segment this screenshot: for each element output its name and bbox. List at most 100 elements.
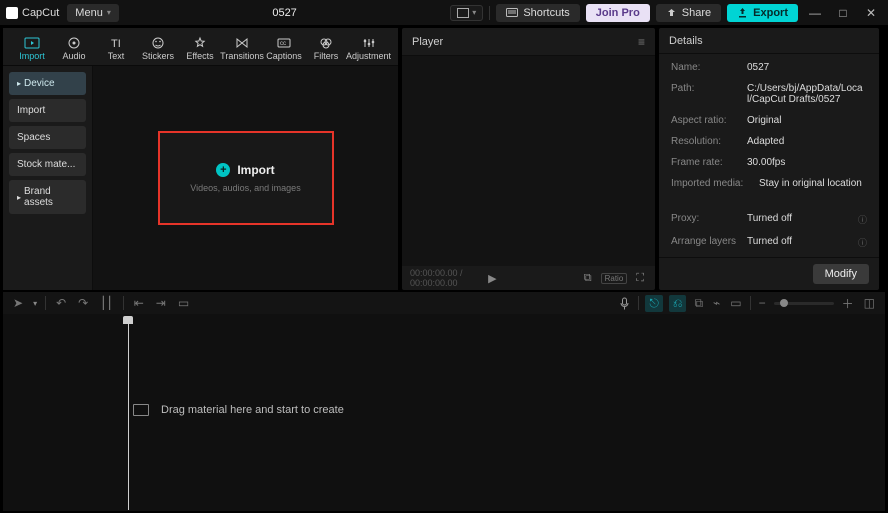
link-icon[interactable]: ⧉ <box>692 296 705 311</box>
export-button[interactable]: Export <box>727 4 798 22</box>
sidebar-item-brand-assets[interactable]: ▸Brand assets <box>9 180 86 214</box>
share-button[interactable]: Share <box>656 4 721 22</box>
menu-label: Menu <box>75 7 103 19</box>
player-viewport[interactable] <box>402 56 655 266</box>
sidebar-item-import[interactable]: Import <box>9 99 86 122</box>
zoom-slider-thumb[interactable] <box>780 299 788 307</box>
svg-text:cc: cc <box>280 41 286 47</box>
chevron-right-icon: ▸ <box>17 79 21 88</box>
zoom-in-icon[interactable]: ＋ <box>840 295 856 312</box>
playhead-knob[interactable] <box>123 316 133 324</box>
aspect-button[interactable]: ▾ <box>450 5 483 21</box>
delete-icon[interactable]: ▭ <box>176 296 191 310</box>
chevron-down-icon: ▾ <box>472 8 476 17</box>
detail-key-proxy: Proxy: <box>671 213 741 226</box>
audio-icon <box>65 36 83 50</box>
sidebar-item-device[interactable]: ▸Device <box>9 72 86 95</box>
close-button[interactable]: ✕ <box>860 6 882 20</box>
magnet-track-icon[interactable]: ⎌ <box>669 295 687 312</box>
media-sidebar: ▸Device Import Spaces Stock mate... ▸Brand a… <box>3 66 93 290</box>
tab-label: Text <box>108 51 125 61</box>
detail-key-layers: Arrange layers <box>671 236 741 249</box>
detail-key-framerate: Frame rate: <box>671 157 741 168</box>
capcut-logo-icon <box>6 7 18 19</box>
magnet-main-icon[interactable]: ⎋ <box>645 295 663 312</box>
chevron-down-icon[interactable]: ▾ <box>33 299 37 308</box>
zoom-slider[interactable] <box>774 302 834 305</box>
maximize-button[interactable]: □ <box>832 6 854 20</box>
split-icon[interactable]: ⎮⎮ <box>98 296 115 310</box>
separator <box>45 296 46 310</box>
detail-key-resolution: Resolution: <box>671 136 741 147</box>
tab-import[interactable]: Import <box>11 32 53 65</box>
details-header: Details <box>659 28 879 54</box>
align-icon[interactable]: ⌁ <box>711 296 722 310</box>
detail-key-imported: Imported media: <box>671 178 753 189</box>
tab-label: Audio <box>62 51 85 61</box>
undo-icon[interactable]: ↶ <box>54 296 68 310</box>
info-icon[interactable]: ⓘ <box>858 213 867 226</box>
snapshot-icon[interactable]: ⧉ <box>581 272 595 285</box>
join-pro-label: Join Pro <box>596 7 640 19</box>
details-title: Details <box>669 35 703 47</box>
pointer-tool-icon[interactable]: ➤ <box>11 296 25 310</box>
info-icon[interactable]: ⓘ <box>858 236 867 249</box>
separator <box>489 6 490 20</box>
trim-right-icon[interactable]: ⇥ <box>154 296 168 310</box>
tab-audio[interactable]: Audio <box>53 32 95 65</box>
separator <box>638 296 639 310</box>
tab-filters[interactable]: Filters <box>305 32 347 65</box>
tab-label: Stickers <box>142 51 174 61</box>
chevron-down-icon: ▾ <box>107 8 111 17</box>
redo-icon[interactable]: ↷ <box>76 296 90 310</box>
details-panel: Details Name:0527 Path:C:/Users/bj/AppDa… <box>659 28 879 290</box>
text-icon: TI <box>107 36 125 50</box>
join-pro-button[interactable]: Join Pro <box>586 4 650 22</box>
filters-icon <box>317 36 335 50</box>
playhead-line <box>128 324 129 510</box>
timeline-toolbar: ➤ ▾ ↶ ↷ ⎮⎮ ⇤ ⇥ ▭ ⎋ ⎌ ⧉ ⌁ ▭ − ＋ ◫ <box>3 292 885 314</box>
tab-label: Filters <box>314 51 339 61</box>
sidebar-item-stock-mate-[interactable]: Stock mate... <box>9 153 86 176</box>
tab-effects[interactable]: Effects <box>179 32 221 65</box>
detail-val-name: 0527 <box>747 62 867 73</box>
tab-transitions[interactable]: Transitions <box>221 32 263 65</box>
playhead[interactable] <box>123 316 133 510</box>
shortcuts-label: Shortcuts <box>523 7 569 19</box>
detail-val-layers: Turned off <box>747 236 852 249</box>
detail-key-name: Name: <box>671 62 741 73</box>
tab-text[interactable]: TIText <box>95 32 137 65</box>
fullscreen-icon[interactable]: ⛶ <box>633 272 647 285</box>
share-label: Share <box>682 7 711 19</box>
play-button[interactable]: ▶ <box>485 272 499 285</box>
fit-icon[interactable]: ◫ <box>862 296 877 310</box>
import-dropzone[interactable]: + Import Videos, audios, and images <box>158 131 334 225</box>
player-menu-icon[interactable]: ≡ <box>638 35 645 49</box>
chevron-right-icon: ▸ <box>17 193 21 202</box>
export-label: Export <box>753 7 788 19</box>
sidebar-item-label: Spaces <box>17 132 50 143</box>
trim-left-icon[interactable]: ⇤ <box>132 296 146 310</box>
sidebar-item-label: Stock mate... <box>17 159 75 170</box>
detail-key-path: Path: <box>671 83 741 105</box>
titlebar: CapCut Menu ▾ 0527 ▾ Shortcuts Join Pro … <box>0 0 888 26</box>
sidebar-item-spaces[interactable]: Spaces <box>9 126 86 149</box>
tab-captions[interactable]: ccCaptions <box>263 32 305 65</box>
shortcuts-button[interactable]: Shortcuts <box>496 4 579 22</box>
modify-button[interactable]: Modify <box>813 264 869 284</box>
app-name: CapCut <box>22 7 59 19</box>
minimize-button[interactable]: — <box>804 6 826 20</box>
ratio-button[interactable]: Ratio <box>601 273 628 284</box>
media-tabs: Import Audio TIText Stickers EffectsTransiti… <box>3 28 398 66</box>
mic-icon[interactable] <box>617 297 632 310</box>
timeline[interactable]: Drag material here and start to create <box>3 314 885 511</box>
menu-button[interactable]: Menu ▾ <box>67 4 119 22</box>
details-footer: Modify <box>659 257 879 290</box>
tab-stickers[interactable]: Stickers <box>137 32 179 65</box>
zoom-out-icon[interactable]: − <box>757 296 768 310</box>
preview-icon[interactable]: ▭ <box>728 296 743 310</box>
app-logo: CapCut <box>6 7 59 19</box>
tab-adjustment[interactable]: Adjustment <box>347 32 390 65</box>
import-stage: + Import Videos, audios, and images <box>93 66 398 290</box>
detail-key-aspect: Aspect ratio: <box>671 115 741 126</box>
